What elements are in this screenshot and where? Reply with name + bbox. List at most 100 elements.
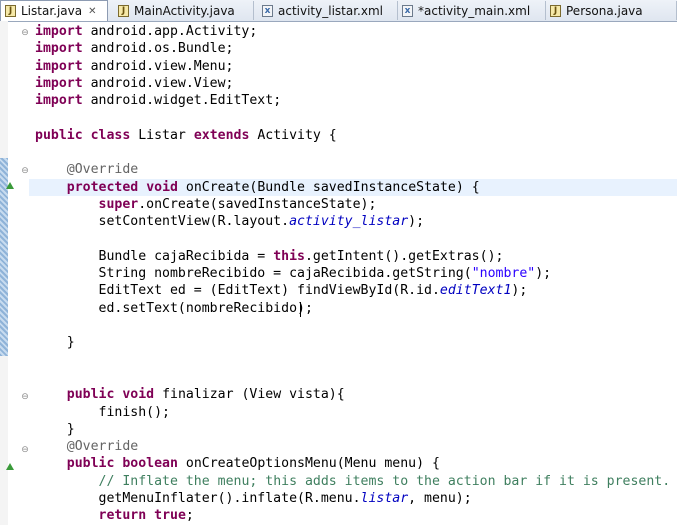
string-token: "nombre": [471, 266, 536, 282]
fold-collapse-icon[interactable]: ⊖: [21, 393, 29, 402]
code-editor[interactable]: import android.app.Activity; import andro…: [35, 23, 670, 525]
tab-label: *activity_main.xml: [418, 3, 531, 18]
warning-marker-icon[interactable]: [6, 182, 14, 189]
field-token: activity_listar: [289, 214, 409, 230]
keyword-token: import: [35, 41, 83, 57]
code-token: onCreateOptionsMenu(Menu menu) {: [177, 456, 440, 472]
tab-activity-listar-xml[interactable]: x activity_listar.xml: [258, 1, 398, 20]
warning-marker-icon[interactable]: [6, 463, 14, 470]
code-token: ;: [185, 508, 194, 524]
java-file-icon: J: [550, 4, 561, 17]
code-token: EditText ed = (EditText) findViewById(R.…: [35, 283, 440, 299]
code-line: Bundle cajaRecibida = this.getIntent().g…: [35, 248, 670, 265]
keyword-token: import: [35, 24, 83, 39]
text-caret: [300, 302, 301, 317]
code-line: import android.view.Menu;: [35, 58, 670, 75]
code-token: finalizar (View vista){: [154, 387, 345, 403]
keyword-token: public: [66, 456, 115, 472]
keyword-token: public: [35, 127, 83, 143]
code-line: public boolean onCreateOptionsMenu(Menu …: [35, 455, 670, 472]
code-token: getMenuInflater().inflate(R.menu.: [35, 491, 361, 507]
keyword-token: void: [146, 179, 178, 195]
comment-token: // Inflate the menu; this adds items to …: [98, 473, 671, 489]
keyword-token: true: [154, 508, 186, 524]
editor-tab-bar: J Listar.java ✕ J MainActivity.java x activity…: [0, 0, 677, 22]
tab-listar-java[interactable]: J Listar.java ✕: [0, 0, 108, 21]
code-line: }: [35, 334, 670, 351]
code-line: protected void onCreate(Bundle savedInst…: [35, 179, 670, 196]
tab-mainactivity-java[interactable]: J MainActivity.java: [114, 1, 254, 20]
fold-collapse-icon[interactable]: ⊖: [21, 446, 29, 455]
keyword-token: class: [90, 127, 131, 143]
xml-file-icon: x: [402, 4, 413, 17]
tab-label: activity_listar.xml: [278, 3, 383, 18]
java-file-icon: J: [5, 5, 16, 17]
field-token: listar: [360, 491, 409, 507]
field-token: editText1: [439, 283, 512, 299]
code-line: getMenuInflater().inflate(R.menu.listar,…: [35, 490, 670, 507]
code-token: setContentView(R.layout.: [35, 214, 290, 230]
code-token: String nombreRecibido = cajaRecibida.get…: [35, 266, 472, 282]
code-token: Activity {: [249, 127, 337, 143]
code-line: }: [35, 421, 670, 438]
close-tab-icon[interactable]: ✕: [88, 6, 96, 17]
code-line: setContentView(R.layout.activity_listar)…: [35, 213, 670, 230]
code-line: super.onCreate(savedInstanceState);: [35, 196, 670, 213]
code-token: android.view.View;: [82, 75, 234, 91]
keyword-token: import: [35, 75, 83, 91]
keyword-token: this: [273, 248, 305, 264]
tab-label: Persona.java: [566, 3, 643, 18]
code-token: android.os.Bundle;: [82, 41, 234, 57]
keyword-token: public: [66, 387, 115, 403]
code-token: Listar: [130, 127, 194, 143]
code-line: // Inflate the menu; this adds items to …: [35, 473, 671, 490]
code-line: public class Listar extends Activity {: [35, 127, 670, 144]
annotation-token: @Override: [66, 439, 139, 455]
tab-persona-java[interactable]: J Persona.java: [546, 1, 677, 20]
keyword-token: boolean: [122, 456, 178, 472]
fold-collapse-icon[interactable]: ⊖: [21, 29, 29, 38]
code-token: .getIntent().getExtras();: [304, 248, 504, 264]
keyword-token: void: [122, 387, 155, 403]
code-line: @Override: [35, 438, 670, 455]
code-line: String nombreRecibido = cajaRecibida.get…: [35, 265, 670, 282]
tab-label: Listar.java: [21, 4, 83, 18]
xml-file-icon: x: [262, 4, 273, 17]
code-line: ed.setText(nombreRecibido);: [35, 300, 670, 317]
code-token: onCreate(Bundle savedInstanceState) {: [177, 179, 480, 195]
code-token: android.widget.EditText;: [82, 93, 282, 109]
code-token: android.app.Activity;: [82, 24, 258, 39]
code-token: }: [35, 421, 75, 437]
tab-activity-main-xml[interactable]: x *activity_main.xml: [398, 1, 546, 20]
fold-collapse-icon[interactable]: ⊖: [21, 167, 29, 176]
keyword-token: extends: [193, 127, 250, 143]
java-file-icon: J: [118, 4, 129, 17]
code-token: android.view.Menu;: [82, 58, 234, 74]
tab-label: MainActivity.java: [134, 3, 235, 18]
keyword-token: return: [98, 508, 147, 524]
code-line: import android.view.View;: [35, 75, 670, 92]
keyword-token: super: [98, 196, 139, 212]
code-token: );: [408, 214, 425, 230]
annotation-token: @Override: [66, 162, 139, 178]
code-token: ed.setText(nombreRecibido);: [35, 300, 313, 316]
code-token: Bundle cajaRecibida =: [35, 248, 274, 264]
code-line: public void finalizar (View vista){: [35, 386, 670, 403]
keyword-token: protected: [66, 179, 139, 195]
code-token: );: [511, 283, 528, 299]
